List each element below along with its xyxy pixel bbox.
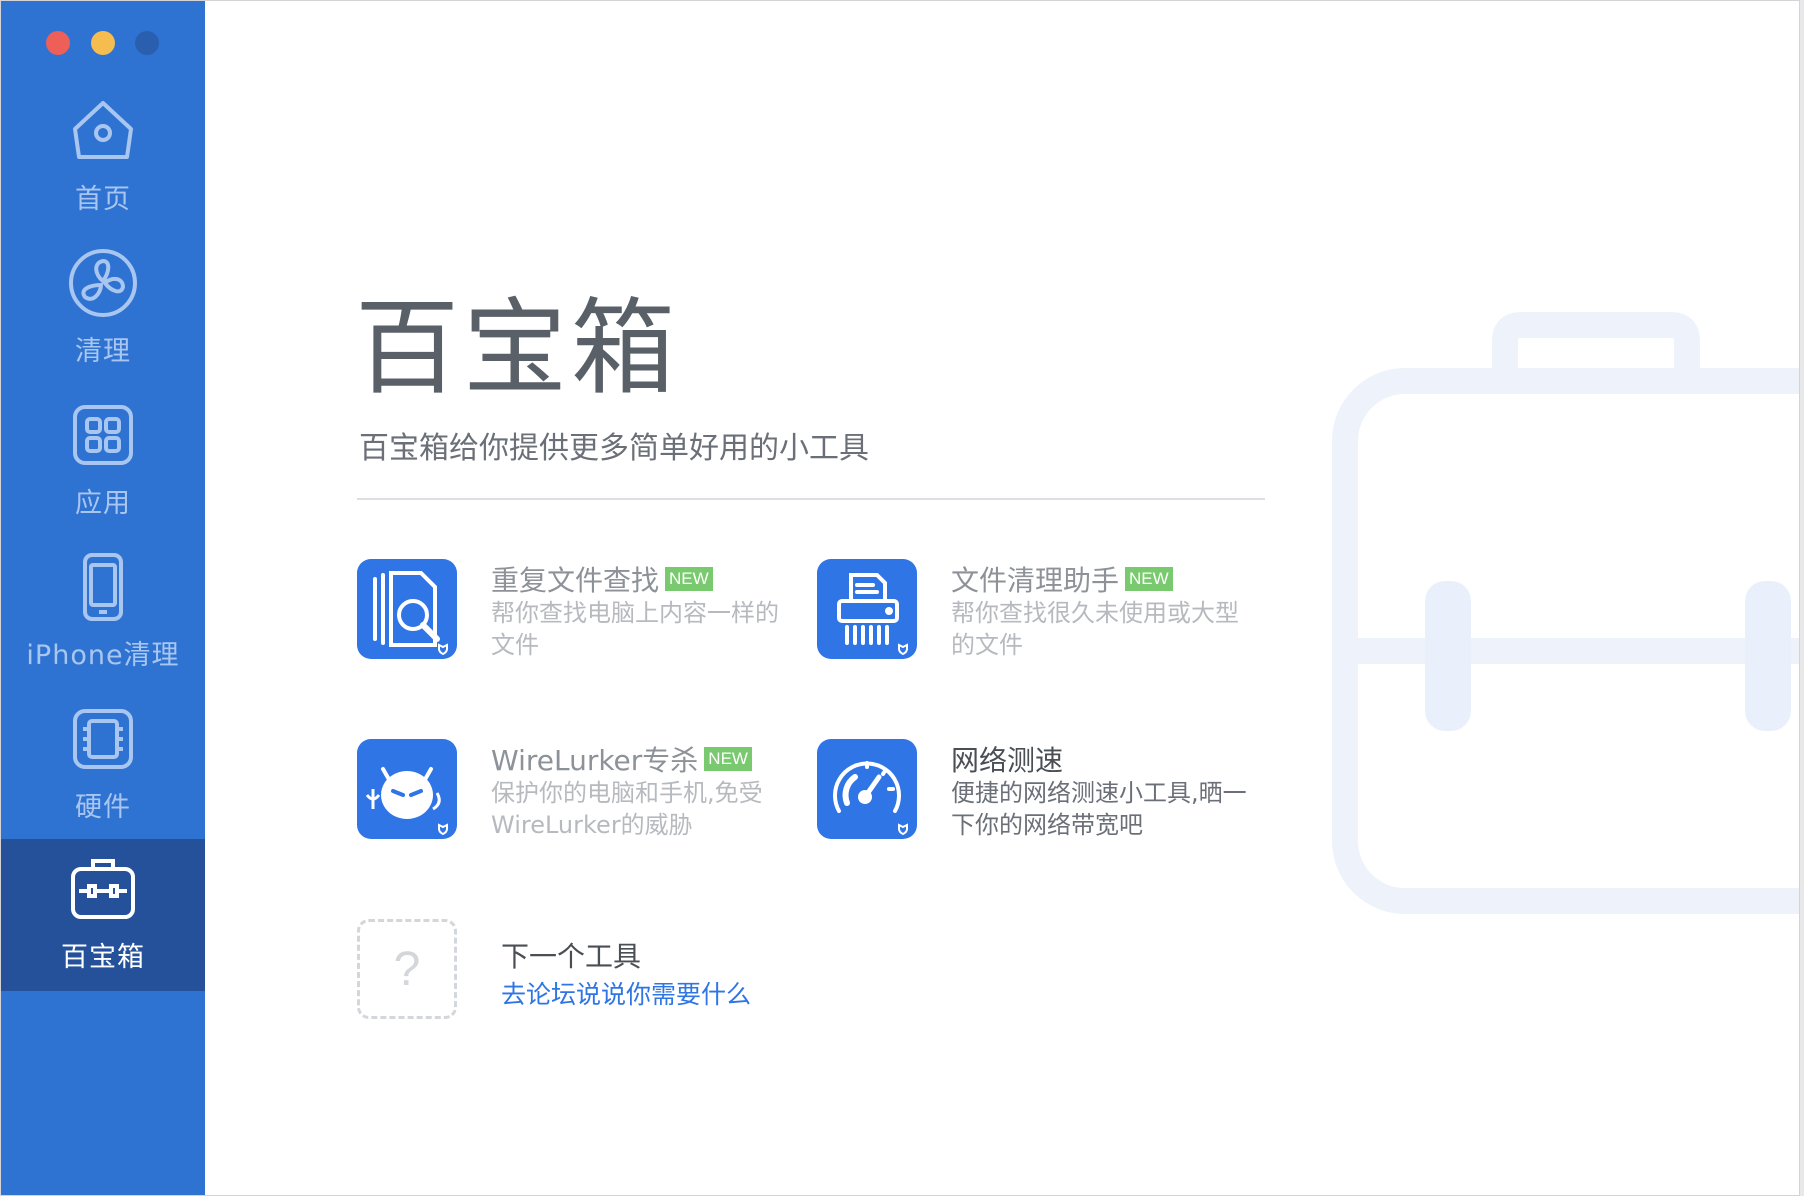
placeholder-question-icon: ? bbox=[357, 919, 457, 1019]
tool-title: WireLurker专杀 NEW bbox=[491, 739, 752, 779]
tool-file-cleaner[interactable]: 文件清理助手 NEW 帮你查找很久未使用或大型的文件 bbox=[817, 559, 1257, 679]
toolbox-icon bbox=[65, 851, 141, 927]
sidebar-item-toolbox[interactable]: 百宝箱 bbox=[1, 839, 205, 991]
sidebar-item-label: 首页 bbox=[75, 184, 131, 215]
close-window-button[interactable] bbox=[46, 31, 70, 55]
chip-icon bbox=[65, 701, 141, 777]
minimize-window-button[interactable] bbox=[91, 31, 115, 55]
sidebar-item-iphone-clean[interactable]: iPhone清理 bbox=[1, 537, 205, 689]
tool-description: 保护你的电脑和手机,免受WireLurker的威胁 bbox=[491, 779, 763, 839]
new-badge: NEW bbox=[1125, 567, 1173, 591]
tool-description: 帮你查找电脑上内容一样的文件 bbox=[491, 599, 779, 659]
new-badge: NEW bbox=[665, 567, 713, 591]
devil-icon bbox=[357, 739, 457, 839]
page-subtitle: 百宝箱给你提供更多简单好用的小工具 bbox=[359, 431, 869, 466]
tool-title-text: WireLurker专杀 bbox=[491, 744, 699, 777]
main-content: 百宝箱 百宝箱给你提供更多简单好用的小工具 重复文件查找 NEW 帮你查找电脑上… bbox=[205, 1, 1799, 1195]
home-icon bbox=[65, 93, 141, 169]
next-tool-suggestion: ? 下一个工具 去论坛说说你需要什么 bbox=[357, 919, 857, 1023]
iphone-icon bbox=[65, 549, 141, 625]
sidebar-item-label: 硬件 bbox=[75, 792, 131, 823]
tool-title: 重复文件查找 NEW bbox=[491, 559, 713, 599]
tool-description: 便捷的网络测速小工具,晒一下你的网络带宽吧 bbox=[951, 779, 1247, 839]
sidebar-item-label: iPhone清理 bbox=[26, 640, 180, 671]
tool-title-text: 重复文件查找 bbox=[491, 564, 660, 597]
sidebar-item-label: 百宝箱 bbox=[61, 942, 145, 973]
app-window: 首页 清理 应用 iPhone清理 硬件 百宝箱 百宝箱 百宝箱给你提供更多简单… bbox=[0, 0, 1800, 1196]
tool-description: 帮你查找很久未使用或大型的文件 bbox=[951, 599, 1239, 659]
next-tool-title: 下一个工具 bbox=[501, 940, 642, 973]
tool-duplicate-finder[interactable]: 重复文件查找 NEW 帮你查找电脑上内容一样的文件 bbox=[357, 559, 797, 679]
tool-title: 文件清理助手 NEW bbox=[951, 559, 1173, 599]
tool-network-speed-test[interactable]: 网络测速 便捷的网络测速小工具,晒一下你的网络带宽吧 bbox=[817, 739, 1257, 859]
sidebar-item-apps[interactable]: 应用 bbox=[1, 385, 205, 537]
sidebar-item-label: 清理 bbox=[75, 336, 131, 367]
tool-title-text: 网络测速 bbox=[951, 744, 1064, 777]
sidebar: 首页 清理 应用 iPhone清理 硬件 百宝箱 bbox=[1, 1, 205, 1195]
maximize-window-button[interactable] bbox=[135, 31, 159, 55]
page-title: 百宝箱 bbox=[355, 287, 680, 409]
tool-wirelurker-killer[interactable]: WireLurker专杀 NEW 保护你的电脑和手机,免受WireLurker的… bbox=[357, 739, 797, 859]
sidebar-item-label: 应用 bbox=[75, 488, 131, 519]
sidebar-item-home[interactable]: 首页 bbox=[1, 81, 205, 233]
tool-title-text: 文件清理助手 bbox=[951, 564, 1120, 597]
forum-link[interactable]: 去论坛说说你需要什么 bbox=[501, 975, 751, 1011]
sidebar-item-hardware[interactable]: 硬件 bbox=[1, 689, 205, 841]
fan-icon bbox=[65, 245, 141, 321]
apps-grid-icon bbox=[65, 397, 141, 473]
shredder-icon bbox=[817, 559, 917, 659]
sidebar-item-clean[interactable]: 清理 bbox=[1, 233, 205, 385]
tool-title: 网络测速 bbox=[951, 739, 1063, 779]
duplicate-search-icon bbox=[357, 559, 457, 659]
briefcase-watermark-icon bbox=[1332, 312, 1799, 914]
speedometer-icon bbox=[817, 739, 917, 839]
divider bbox=[357, 498, 1265, 500]
new-badge: NEW bbox=[704, 747, 752, 771]
